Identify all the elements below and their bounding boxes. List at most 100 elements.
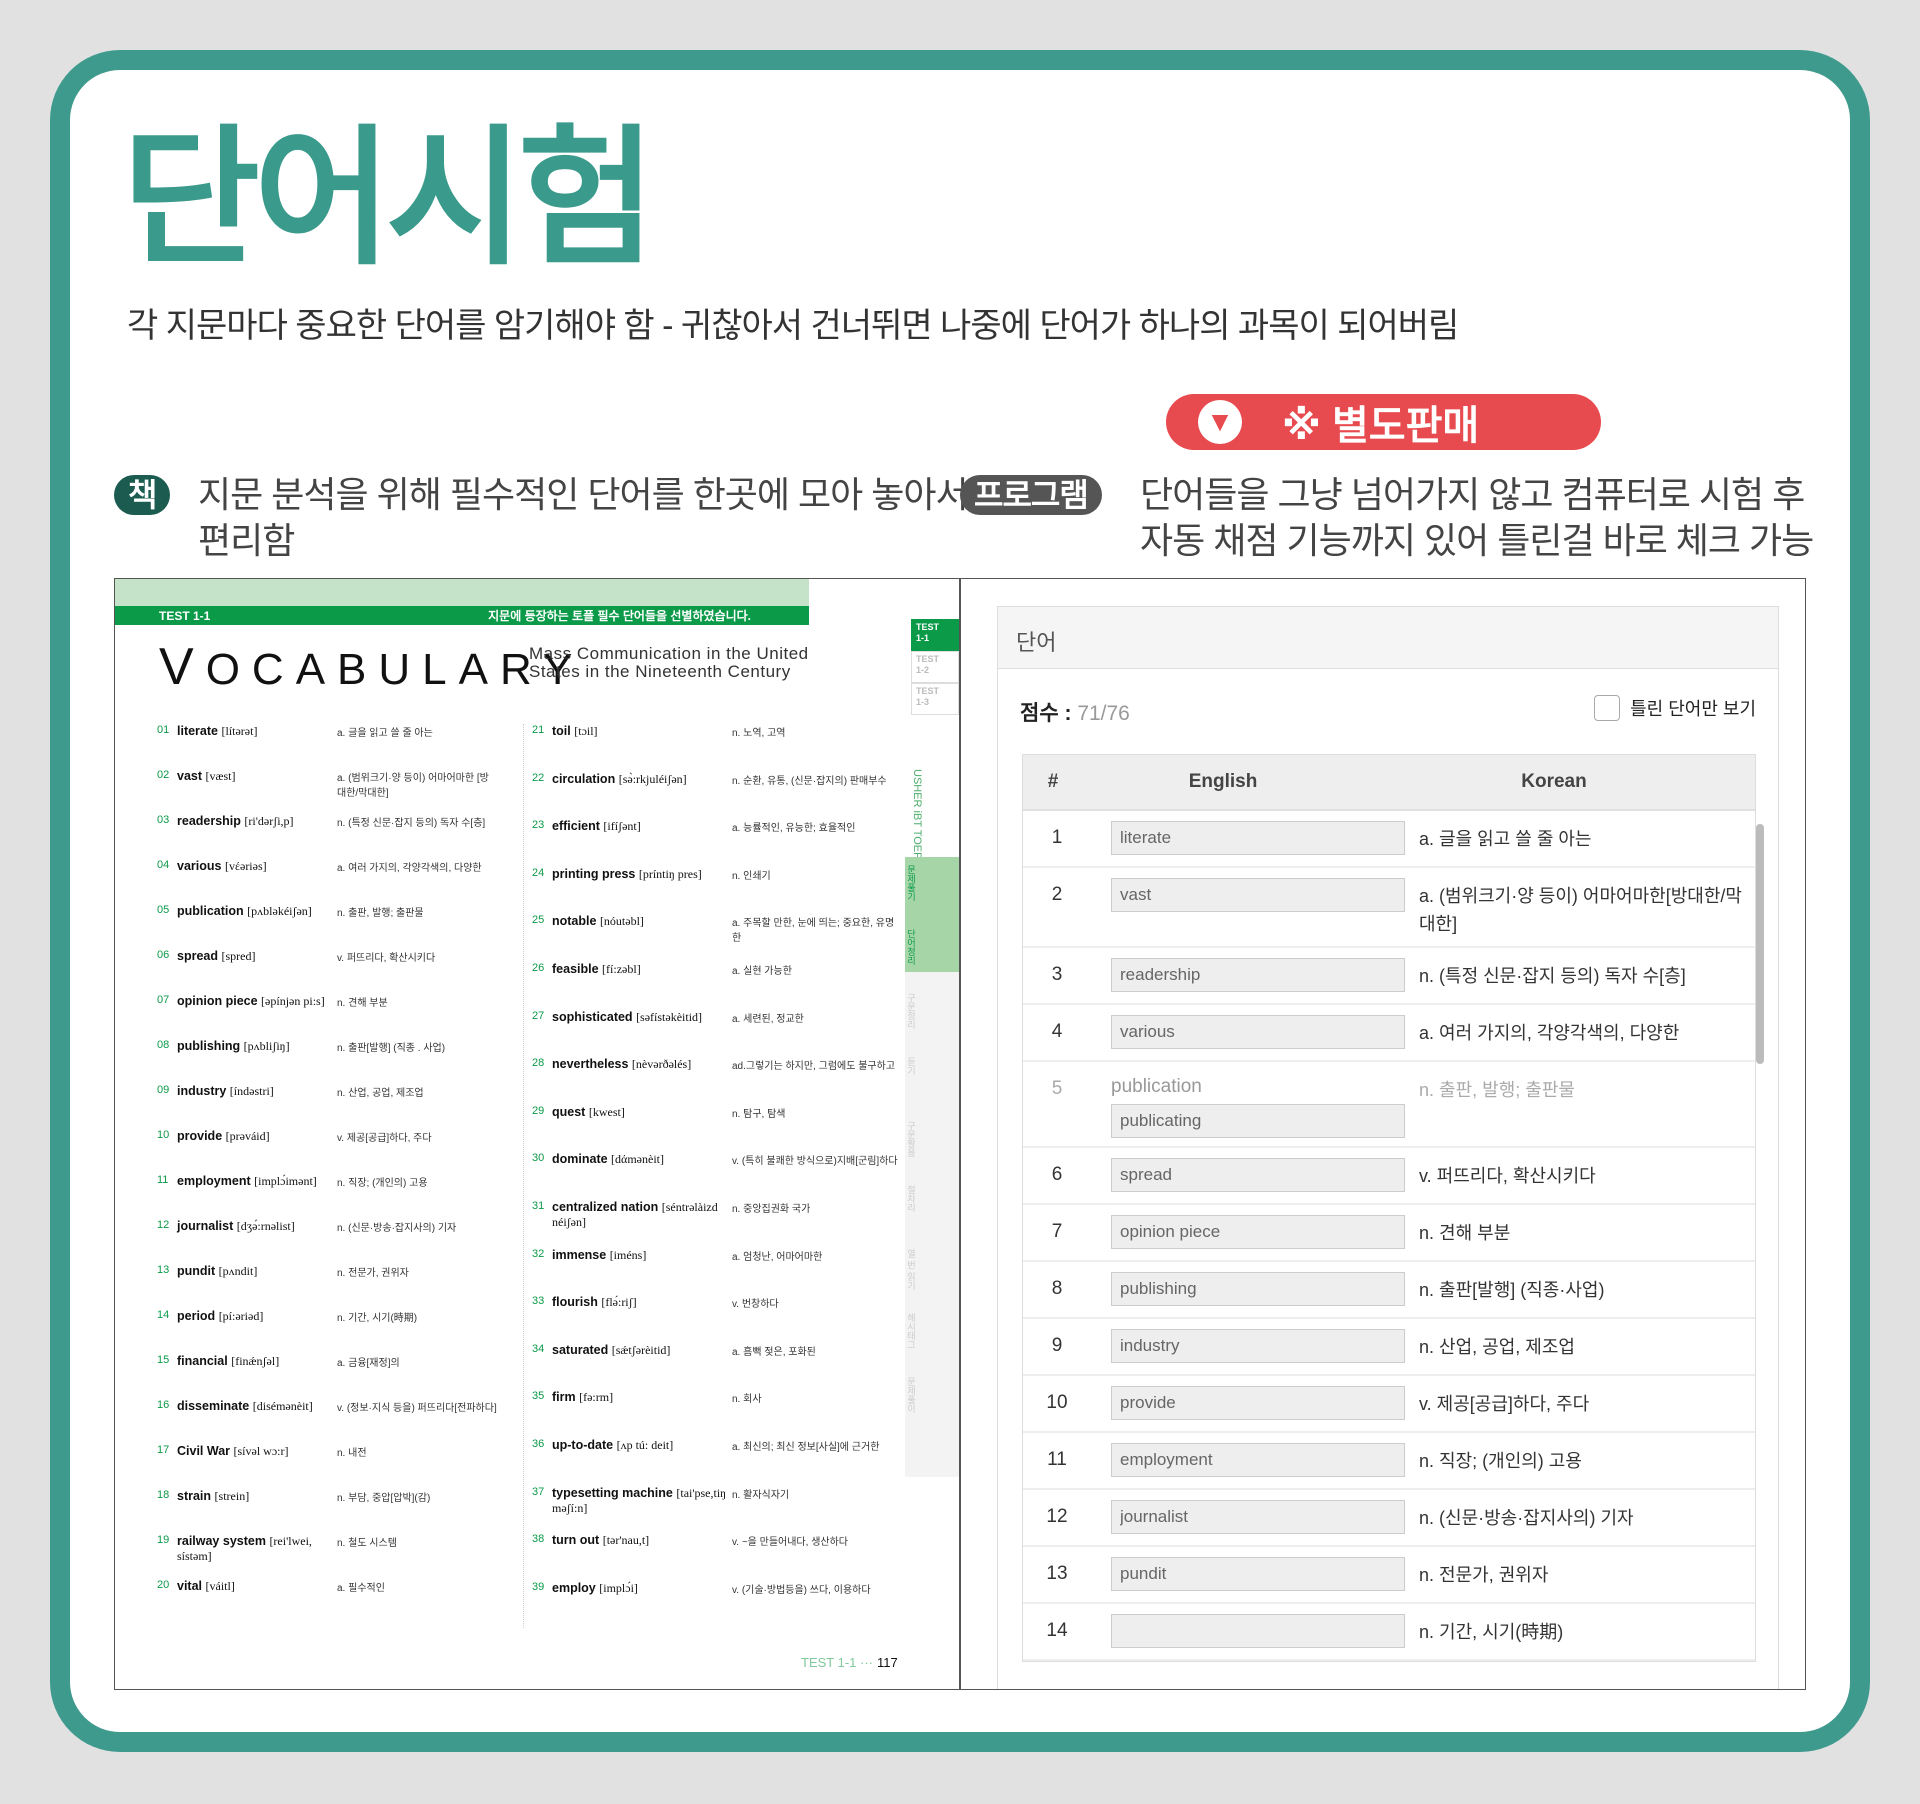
- entry-word: firm: [552, 1390, 576, 1405]
- vocab-entry: 27 sophisticated [səfístəkèitid] a. 세련된, 정…: [532, 1010, 903, 1058]
- checkbox-box[interactable]: [1594, 695, 1621, 721]
- entry-number: 31: [532, 1199, 545, 1212]
- tab-bottom: 1-2: [916, 665, 930, 675]
- english-answer-input[interactable]: [1111, 1443, 1405, 1477]
- entry-meaning: v. ~을 만들어내다, 생산하다: [732, 1537, 848, 1549]
- english-answer-input[interactable]: [1111, 1500, 1405, 1534]
- band-test-label: TEST 1-1: [159, 608, 211, 623]
- english-answer-input[interactable]: [1111, 1557, 1405, 1591]
- vocab-entry: 10 provide [prəváid] v. 제공[공급]하다, 주다: [157, 1129, 497, 1174]
- table-row: 4 a. 여러 가지의, 각양각색의, 다양한: [1023, 1005, 1755, 1062]
- english-cell: [1091, 878, 1405, 938]
- book-description-text: 지문 분석을 위해 필수적인 단어를 한곳에 모아 놓아서 보기 편리함: [198, 474, 1042, 561]
- entry-word: efficient: [552, 819, 600, 834]
- entry-meaning: n. 철도 시스템: [337, 1538, 397, 1549]
- entry-number: 21: [532, 724, 545, 736]
- entry-pronunciation: [flə́:riʃ]: [601, 1295, 637, 1310]
- entry-number: 03: [157, 814, 170, 826]
- test-tab-1[interactable]: TEST 1-1: [911, 619, 959, 651]
- english-answer-input[interactable]: [1111, 1272, 1405, 1306]
- entry-meaning: n. 중앙집권화 국가: [732, 1203, 811, 1215]
- korean-meaning: n. 견해 부분: [1419, 1223, 1511, 1243]
- entry-pronunciation: [væst]: [205, 769, 236, 783]
- entry-number: 20: [157, 1579, 170, 1591]
- test-tab-2[interactable]: TEST 1-2: [911, 651, 959, 683]
- entry-meaning: n. 인쇄기: [732, 870, 771, 882]
- korean-meaning: n. 산업, 공업, 제조업: [1419, 1337, 1575, 1357]
- entry-meaning: n. 산업, 공업, 제조업: [337, 1088, 424, 1099]
- entry-word: quest: [552, 1104, 586, 1119]
- band-description: 지문에 등장하는 토플 필수 단어들을 선별하였습니다.: [488, 609, 751, 623]
- english-answer-input[interactable]: [1111, 1015, 1405, 1049]
- entry-word-group: railway system [rei'lwei, sístəm]: [177, 1534, 337, 1579]
- entry-word: immense: [552, 1247, 607, 1262]
- entry-word: typesetting machine: [552, 1485, 673, 1500]
- book-description: 책 지문 분석을 위해 필수적인 단어를 한곳에 모아 놓아서 보기 편리함: [114, 472, 1078, 564]
- vocab-entry: 31 centralized nation [séntrəlàizd néiʃən…: [532, 1200, 903, 1248]
- vocab-entry: 30 dominate [dάmənèit] v. (특히 불쾌한 방식으로)지배[…: [532, 1152, 903, 1200]
- table-row: 9 n. 산업, 공업, 제조업: [1023, 1319, 1755, 1376]
- entry-pronunciation: [príntiŋ pres]: [638, 866, 702, 881]
- entry-word: toil: [552, 724, 571, 738]
- entry-meaning: v. 제공[공급]하다, 주다: [337, 1133, 432, 1144]
- step-label: 문제풀기: [906, 865, 916, 901]
- tab-bottom: 1-3: [916, 697, 930, 707]
- entry-word-group: literate [lítərət]: [177, 724, 337, 769]
- wrong-only-checkbox[interactable]: 틀린 단어만 보기: [1594, 695, 1756, 721]
- vocab-entry: 28 nevertheless [nèvərðəlés] ad.그렇기는 하지만, …: [532, 1057, 903, 1105]
- entry-word-group: vast [væst]: [177, 769, 337, 814]
- entry-meaning: n. 내전: [337, 1448, 367, 1459]
- vocabulary-heading: VOCABULARY: [159, 638, 585, 696]
- english-answer-input[interactable]: [1111, 1329, 1405, 1363]
- entry-word-group: various [vέəriəs]: [177, 859, 337, 904]
- english-answer-input[interactable]: [1111, 1104, 1405, 1138]
- english-answer-input[interactable]: [1111, 878, 1405, 912]
- page-title: 단어시험: [122, 114, 656, 282]
- entry-number: 14: [157, 1309, 170, 1321]
- entry-number: 04: [157, 859, 170, 871]
- entry-pronunciation: [tɔil]: [574, 724, 598, 738]
- english-answer-input[interactable]: [1111, 1386, 1405, 1420]
- entry-word: strain: [177, 1489, 212, 1503]
- vocab-entry: 19 railway system [rei'lwei, sístəm] n. 철도…: [157, 1534, 497, 1579]
- korean-meaning: n. 직장; (개인의) 고용: [1419, 1451, 1582, 1471]
- english-answer-input[interactable]: [1111, 821, 1405, 855]
- entry-meaning: v. (기술·방법등을) 쓰다, 이용하다: [732, 1584, 871, 1596]
- entry-meaning: n. 순환, 유통, (신문·잡지의) 판매부수: [732, 775, 887, 787]
- scrollbar[interactable]: [1756, 824, 1764, 1064]
- entry-meaning: a. 최신의; 최신 정보[사실]에 근거한: [732, 1441, 880, 1453]
- entry-pronunciation: [prəváid]: [225, 1129, 270, 1143]
- entry-number: 05: [157, 904, 170, 916]
- english-cell: [1091, 1272, 1405, 1309]
- footer-test: TEST 1-1: [801, 1655, 857, 1670]
- test-tab-3[interactable]: TEST 1-3: [911, 683, 959, 715]
- entry-meaning: a. 흠뻑 젖은, 포화된: [732, 1346, 816, 1358]
- row-number: 1: [1051, 827, 1063, 848]
- entry-number: 36: [532, 1437, 545, 1450]
- english-answer-input[interactable]: [1111, 1614, 1405, 1648]
- entry-meaning: v. (정보·지식 등을) 퍼뜨리다[전파하다]: [337, 1403, 497, 1414]
- score-label: 점수 :: [1020, 702, 1078, 725]
- row-number: 7: [1051, 1221, 1063, 1242]
- entry-word-group: firm [fə:rm]: [552, 1390, 732, 1438]
- entry-word-group: pundit [pʌndit]: [177, 1264, 337, 1309]
- entry-pronunciation: [implɔ́i]: [599, 1580, 638, 1595]
- entry-pronunciation: [dάmənèit]: [611, 1152, 664, 1167]
- entry-pronunciation: [fə:rm]: [579, 1390, 614, 1405]
- english-answer-input[interactable]: [1111, 1158, 1405, 1192]
- entry-word-group: strain [strein]: [177, 1489, 337, 1534]
- table-row: 7 n. 견해 부분: [1023, 1205, 1755, 1262]
- entry-number: 02: [157, 769, 170, 781]
- vocab-entry: 38 turn out [tər'nau,t] v. ~을 만들어내다, 생산하다: [532, 1533, 903, 1581]
- entry-number: 07: [157, 994, 170, 1006]
- entry-meaning: n. 기간, 시기(時期): [337, 1313, 418, 1324]
- english-answer-input[interactable]: [1111, 1215, 1405, 1249]
- entry-word: financial: [177, 1354, 228, 1368]
- entry-pronunciation: [ifíʃənt]: [603, 819, 641, 834]
- english-answer-input[interactable]: [1111, 958, 1405, 992]
- vocab-entry: 20 vital [váitl] a. 필수적인: [157, 1579, 497, 1624]
- entry-word: disseminate: [177, 1399, 250, 1413]
- entry-pronunciation: [disémənèit]: [252, 1399, 313, 1413]
- step-track: 문제풀기 단어정리 구문정리 듣기 구문활용 절차리 열 번 읽기 해시태그 문제풀이: [905, 857, 959, 1477]
- entry-number: 08: [157, 1039, 170, 1051]
